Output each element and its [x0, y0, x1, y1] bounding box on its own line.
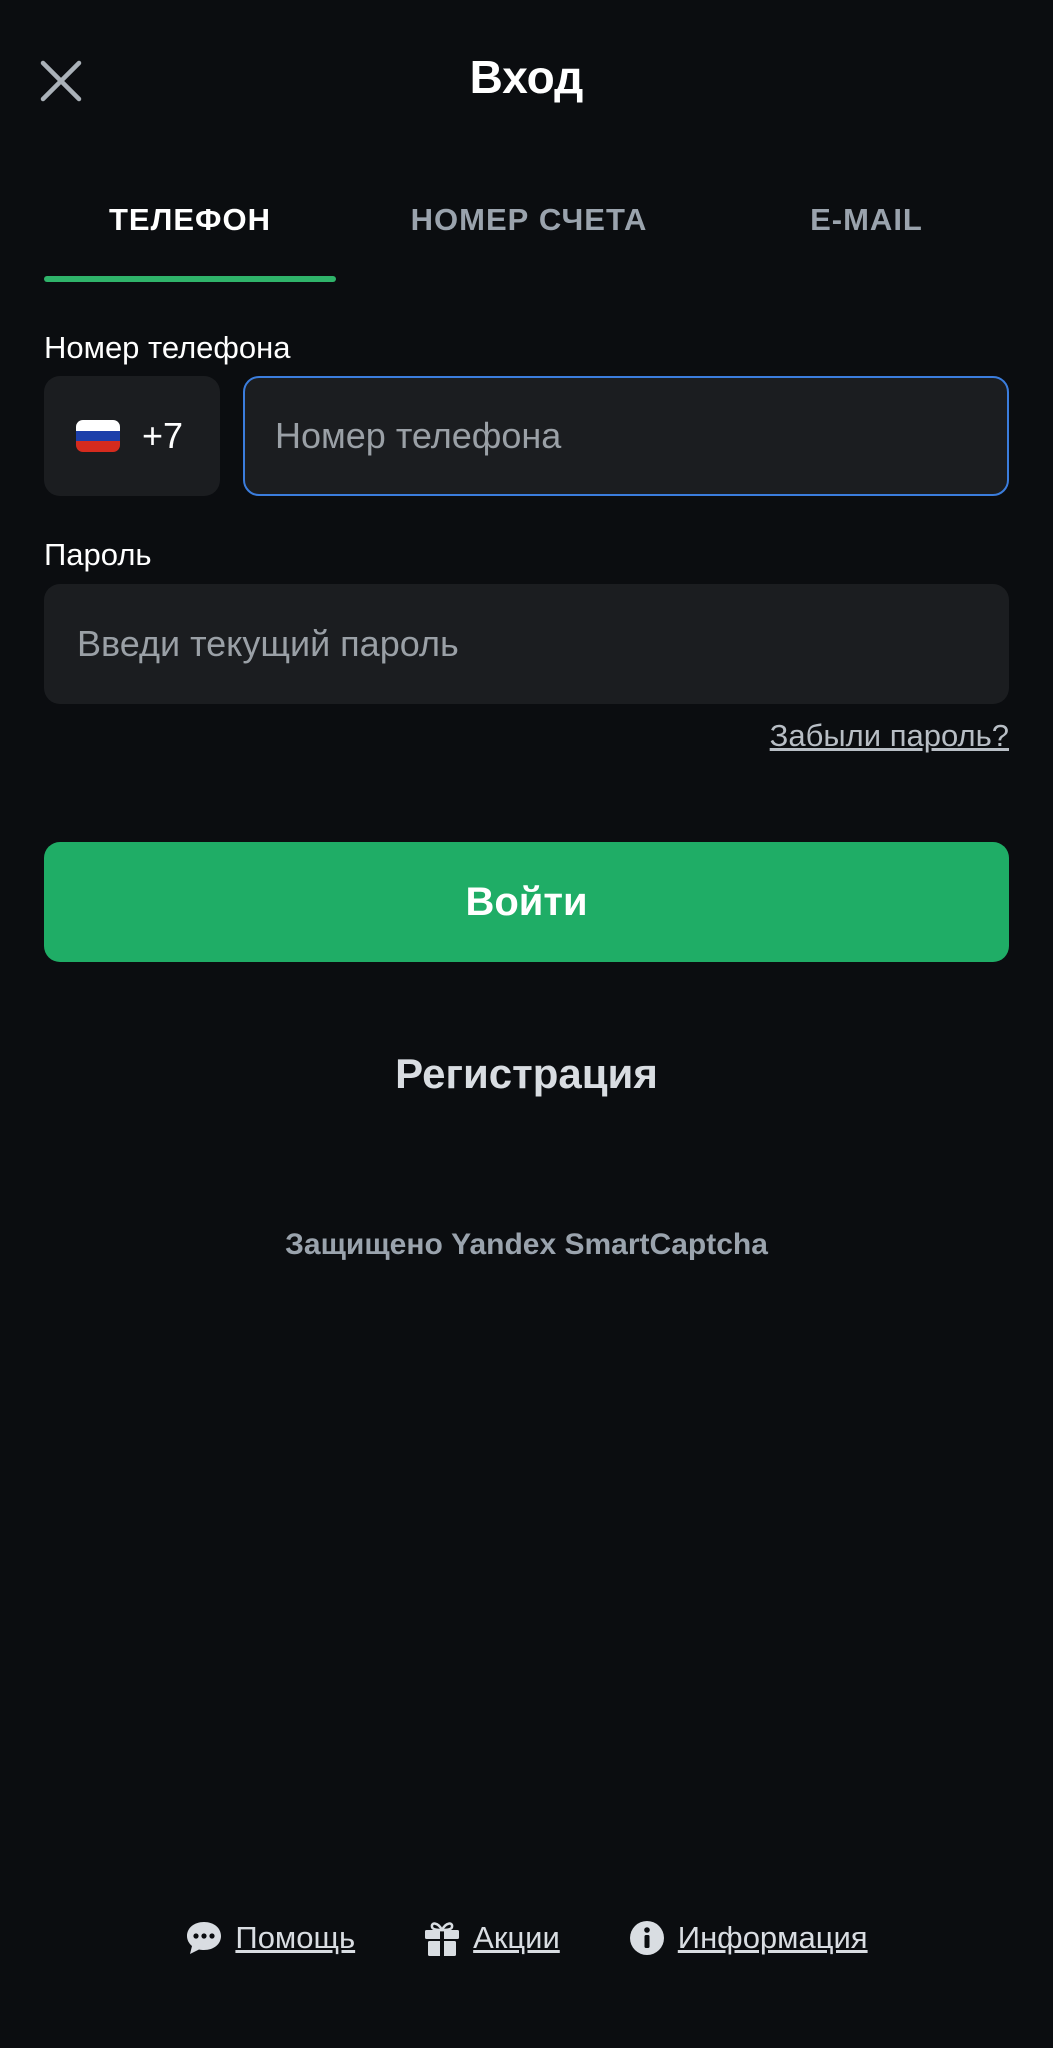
footer-links: Помощь Акции Информация — [0, 1914, 1053, 1962]
active-tab-indicator — [44, 276, 336, 282]
info-link[interactable]: Информация — [628, 1919, 868, 1957]
info-icon — [628, 1919, 666, 1957]
password-label: Пароль — [44, 537, 152, 572]
info-link-label: Информация — [677, 1920, 868, 1955]
tab-phone[interactable]: ТЕЛЕФОН — [44, 196, 336, 284]
promos-link[interactable]: Акции — [423, 1919, 560, 1957]
login-method-tabs: ТЕЛЕФОН НОМЕР СЧЕТА E-MAIL — [44, 196, 1009, 284]
login-screen: Вход ТЕЛЕФОН НОМЕР СЧЕТА E-MAIL Номер те… — [0, 0, 1053, 2048]
gift-icon — [423, 1919, 461, 1957]
captcha-notice: Защищено Yandex SmartCaptcha — [285, 1228, 768, 1261]
tab-email[interactable]: E-MAIL — [724, 196, 1009, 284]
chat-bubble-icon — [185, 1919, 223, 1957]
help-link[interactable]: Помощь — [185, 1919, 355, 1957]
password-input[interactable] — [44, 584, 1009, 704]
forgot-password-link[interactable]: Забыли пароль? — [770, 718, 1009, 754]
login-button[interactable]: Войти — [44, 842, 1009, 962]
help-link-label: Помощь — [235, 1920, 356, 1955]
phone-input[interactable] — [243, 376, 1009, 496]
promos-link-label: Акции — [473, 1920, 560, 1955]
country-code-selector[interactable]: +7 — [44, 376, 220, 496]
register-link[interactable]: Регистрация — [0, 1050, 1053, 1098]
country-code: +7 — [142, 415, 184, 456]
russia-flag-icon — [76, 420, 120, 452]
tab-account-number[interactable]: НОМЕР СЧЕТА — [379, 196, 679, 284]
page-title: Вход — [469, 51, 584, 103]
phone-label: Номер телефона — [44, 330, 291, 365]
